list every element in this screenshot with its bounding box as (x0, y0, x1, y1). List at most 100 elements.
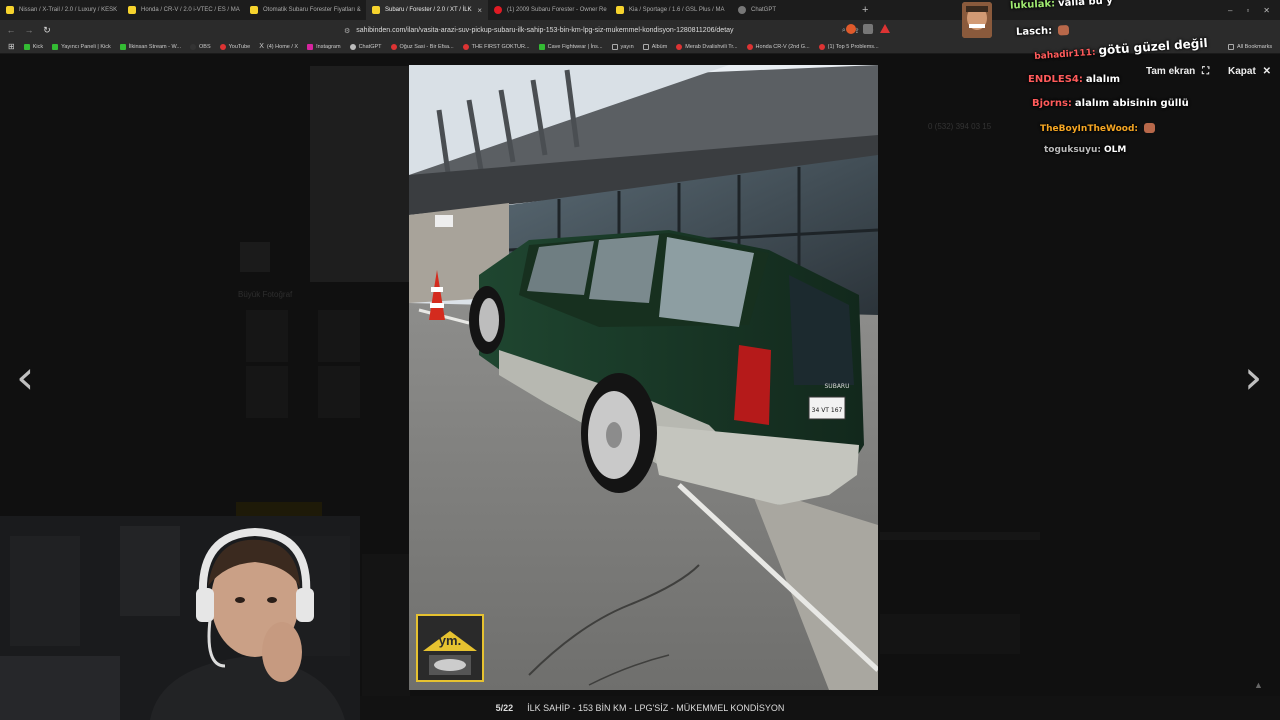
bookmark-label: Cave Fightwear | İns... (547, 43, 603, 50)
plate-text: 34 VT 167 (812, 407, 843, 414)
youtube-icon (494, 6, 502, 14)
streamer-avatar (962, 2, 992, 38)
bookmark-folder-album[interactable]: Albüm (642, 43, 667, 50)
chat-text: götü güzel değil (1097, 35, 1209, 58)
close-viewer-button[interactable]: Kapat ✕ (1228, 66, 1271, 77)
tab-title: ChatGPT (751, 7, 777, 13)
youtube-icon (818, 43, 825, 50)
bookmark-top5-problems[interactable]: (1) Top 5 Problems... (818, 43, 879, 50)
stream-chat-overlay: lukulak: valla bu y Lasch: bahadir111: göt… (1010, 0, 1230, 170)
listing-photo[interactable]: 34 VT 167 SUBARU ym. (409, 65, 878, 690)
tab-kia-sportage[interactable]: Kia / Sportage / 1.6 / GSL Plus / MA (610, 0, 732, 20)
car-window (659, 237, 754, 327)
bookmark-label: Oğuz Sasi - Bir Efsa... (399, 43, 454, 50)
background-thumbnail (318, 310, 360, 362)
bookmark-obs[interactable]: OBS (190, 43, 211, 50)
bookmark-label: Honda CR-V (2nd G... (755, 43, 810, 50)
chat-text: alalım (1085, 74, 1121, 85)
bookmark-x[interactable]: X (4) Home / X (259, 43, 298, 50)
folder-icon (611, 43, 618, 50)
tab-honda-cr-v[interactable]: Honda / CR-V / 2.0 i-VTEC / ES / MA (122, 0, 244, 20)
close-icon: ✕ (1262, 66, 1271, 77)
tab-title: Subaru / Forester / 2.0 / XT / İLK (385, 7, 472, 13)
photo-counter: 5/22 (495, 703, 514, 713)
bookmark-merab[interactable]: Merab Dvalishvili Tr... (676, 43, 738, 50)
close-label: Kapat (1228, 66, 1256, 77)
bookmark-chatgpt[interactable]: ChatGPT (349, 43, 382, 50)
chat-username: Bjorns: (1032, 98, 1072, 109)
chat-text: alalım abisinin güllü (1074, 98, 1189, 109)
youtube-icon (390, 43, 397, 50)
chat-emote-icon (1143, 123, 1155, 133)
photo-caption: İLK SAHİP - 153 BİN KM - LPG'SİZ - MÜKEM… (527, 703, 785, 713)
bookmark-ilkinsan-stream[interactable]: İlkinsan Stream - W... (119, 43, 181, 50)
scroll-up-icon[interactable]: ▲ (1254, 680, 1263, 690)
tab-title: Otomatik Subaru Forester Fiyatları & (263, 7, 361, 13)
chat-message: toguksuyu: OLM (1044, 145, 1126, 155)
chat-username: Lasch: (1015, 25, 1053, 38)
site-info-icon[interactable]: ⚙ (344, 27, 350, 35)
bookmark-youtube[interactable]: YouTube (219, 43, 251, 50)
kick-icon (23, 43, 30, 50)
rewards-icon[interactable] (880, 24, 890, 33)
bookmark-honda-crv[interactable]: Honda CR-V (2nd G... (746, 43, 810, 50)
sahibinden-icon (616, 6, 624, 14)
bookmark-kick-panel[interactable]: Yayıncı Paneli | Kick (52, 43, 111, 50)
close-window-button[interactable]: ✕ (1263, 6, 1270, 15)
chat-username: TheBoyInTheWood: (1040, 123, 1138, 134)
reload-button[interactable]: ↻ (40, 25, 54, 36)
chat-text: OLM (1103, 145, 1127, 155)
all-bookmarks-label: All Bookmarks (1237, 43, 1273, 50)
tab-subaru-forester-prices[interactable]: Otomatik Subaru Forester Fiyatları & (244, 0, 366, 20)
kick-icon (119, 43, 126, 50)
bookmark-all[interactable]: All Bookmarks (1228, 43, 1273, 50)
extension-icon[interactable] (863, 24, 873, 34)
bookmark-first-gokturk[interactable]: THE FIRST GOKTUR... (462, 43, 530, 50)
apps-icon[interactable]: ⊞ (8, 42, 15, 51)
bookmark-label: ChatGPT (358, 43, 382, 50)
instagram-icon (307, 43, 314, 50)
chat-username: toguksuyu: (1044, 145, 1101, 155)
chatgpt-icon (349, 43, 356, 50)
tab-title: Kia / Sportage / 1.6 / GSL Plus / MA (629, 7, 725, 13)
brave-shield-icon[interactable] (846, 24, 856, 34)
bookmark-instagram[interactable]: Instagram (307, 43, 341, 50)
new-tab-button[interactable]: + (854, 4, 876, 16)
bookmark-label: (1) Top 5 Problems... (827, 43, 879, 50)
youtube-icon (746, 43, 753, 50)
background-gallery-label: Büyük Fotoğraf (238, 290, 293, 299)
bookmark-label: THE FIRST GOKTUR... (471, 43, 530, 50)
tab-chatgpt[interactable]: ChatGPT (732, 0, 854, 20)
bookmark-folder-yayin[interactable]: yayın (611, 43, 634, 50)
forward-button[interactable]: → (22, 25, 36, 35)
car-window (589, 235, 659, 303)
bookmark-label: Kick (32, 43, 44, 50)
tab-subaru-forester-active[interactable]: Subaru / Forester / 2.0 / XT / İLK × (366, 0, 488, 20)
bookmark-oguz-sasi[interactable]: Oğuz Sasi - Bir Efsa... (390, 43, 454, 50)
x-icon: X (259, 43, 264, 50)
tab-youtube-forester-review[interactable]: (1) 2009 Subaru Forester - Owner Re (488, 0, 610, 20)
tab-nissan-x-trail[interactable]: Nissan / X-Trail / 2.0 / Luxury / KESK (0, 0, 122, 20)
bookmark-label: (4) Home / X (266, 43, 299, 50)
cave-icon (538, 43, 545, 50)
youtube-icon (676, 43, 683, 50)
car-photo-illustration: 34 VT 167 SUBARU ym. (409, 65, 878, 690)
chat-message: TheBoyInTheWood: (1040, 123, 1155, 134)
bookmark-kick[interactable]: Kick (23, 43, 44, 50)
tab-close-icon[interactable]: × (477, 6, 482, 15)
next-photo-arrow[interactable]: › (1244, 354, 1262, 400)
bookmark-label: YouTube (228, 43, 251, 50)
window-controls: – ▫ ✕ (1228, 6, 1280, 15)
chatgpt-icon (738, 6, 746, 14)
maximize-button[interactable]: ▫ (1246, 6, 1249, 15)
back-button[interactable]: ← (4, 25, 18, 35)
background-thumbnail (246, 310, 288, 362)
folder-icon (642, 43, 649, 50)
streamer-hand (262, 622, 302, 682)
previous-photo-arrow[interactable]: ‹ (16, 354, 34, 400)
bookmark-cave-fightwear[interactable]: Cave Fightwear | İns... (538, 43, 603, 50)
url-field[interactable]: ⚙ sahibinden.com/ilan/vasita-arazi-suv-p… (340, 24, 880, 37)
bookmark-label: yayın (620, 43, 634, 50)
chat-text: valla bu y (1057, 0, 1114, 10)
background-tab-button (236, 502, 322, 516)
